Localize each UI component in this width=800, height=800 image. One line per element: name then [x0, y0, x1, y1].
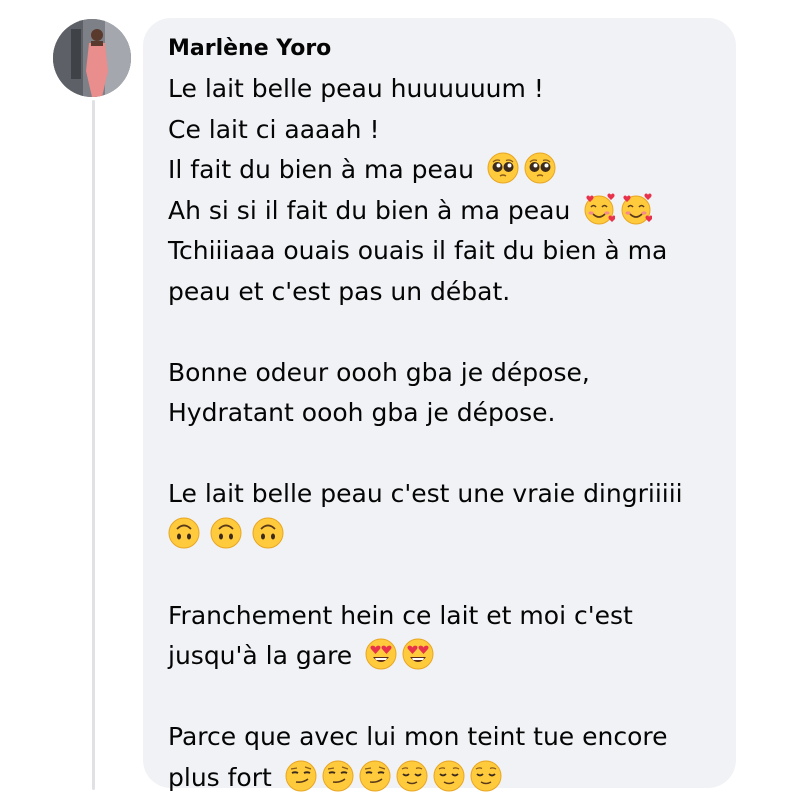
- smirking-face-icon: [322, 760, 354, 792]
- heart-eyes-face-icon: [365, 638, 397, 670]
- comment-line: Tchiiiaaa ouais ouais il fait du bien à …: [168, 236, 668, 265]
- comment-line: [168, 677, 728, 718]
- relieved-face-icon: [470, 760, 502, 792]
- upside-down-face-icon: [168, 517, 200, 549]
- comment-line: [168, 434, 728, 475]
- comment-line-text: jusqu'à la gare: [168, 641, 353, 670]
- smirking-face-icon: [359, 760, 391, 792]
- comment-line: Le lait belle peau c'est une vraie dingr…: [168, 479, 683, 508]
- upside-down-face-icon: [210, 517, 242, 549]
- pleading-face-icon: [487, 152, 519, 184]
- comment-text: Le lait belle peau huuuuuum ! Ce lait ci…: [168, 69, 728, 798]
- smiling-face-with-hearts-icon: [620, 193, 653, 225]
- comment-line: [168, 515, 728, 556]
- smiling-face-with-hearts-icon: [583, 193, 616, 225]
- comment-line: [168, 312, 728, 353]
- comment-line: [168, 555, 728, 596]
- comment-line: jusqu'à la gare: [168, 636, 728, 677]
- comment-line: Parce que avec lui mon teint tue encore: [168, 722, 668, 751]
- comment-line: Il fait du bien à ma peau: [168, 150, 728, 191]
- comment-line: Le lait belle peau huuuuuum !: [168, 74, 544, 103]
- comment-line-text: Ah si si il fait du bien à ma peau: [168, 195, 571, 225]
- upside-down-face-icon: [252, 517, 284, 549]
- comment-line: Bonne odeur oooh gba je dépose,: [168, 357, 590, 387]
- heart-eyes-face-icon: [402, 638, 434, 670]
- comment-line-text: Il fait du bien à ma peau: [168, 155, 475, 184]
- comment-line: Franchement hein ce lait et moi c'est: [168, 600, 633, 630]
- comment-line: Ah si si il fait du bien à ma peau: [168, 191, 728, 232]
- comment-line: Ce lait ci aaaah !: [168, 114, 380, 144]
- thread-line: [92, 100, 95, 790]
- comment-line: Hydratant oooh gba je dépose.: [168, 398, 556, 427]
- pleading-face-icon: [524, 152, 556, 184]
- avatar[interactable]: [53, 19, 131, 97]
- smirking-face-icon: [285, 760, 317, 792]
- relieved-face-icon: [396, 760, 428, 792]
- comment-line: peau et c'est pas un débat.: [168, 276, 511, 306]
- comment-line: plus fort: [168, 758, 728, 799]
- relieved-face-icon: [433, 760, 465, 792]
- comment-line-text: plus fort: [168, 762, 272, 792]
- comment-author[interactable]: Marlène Yoro: [168, 34, 331, 64]
